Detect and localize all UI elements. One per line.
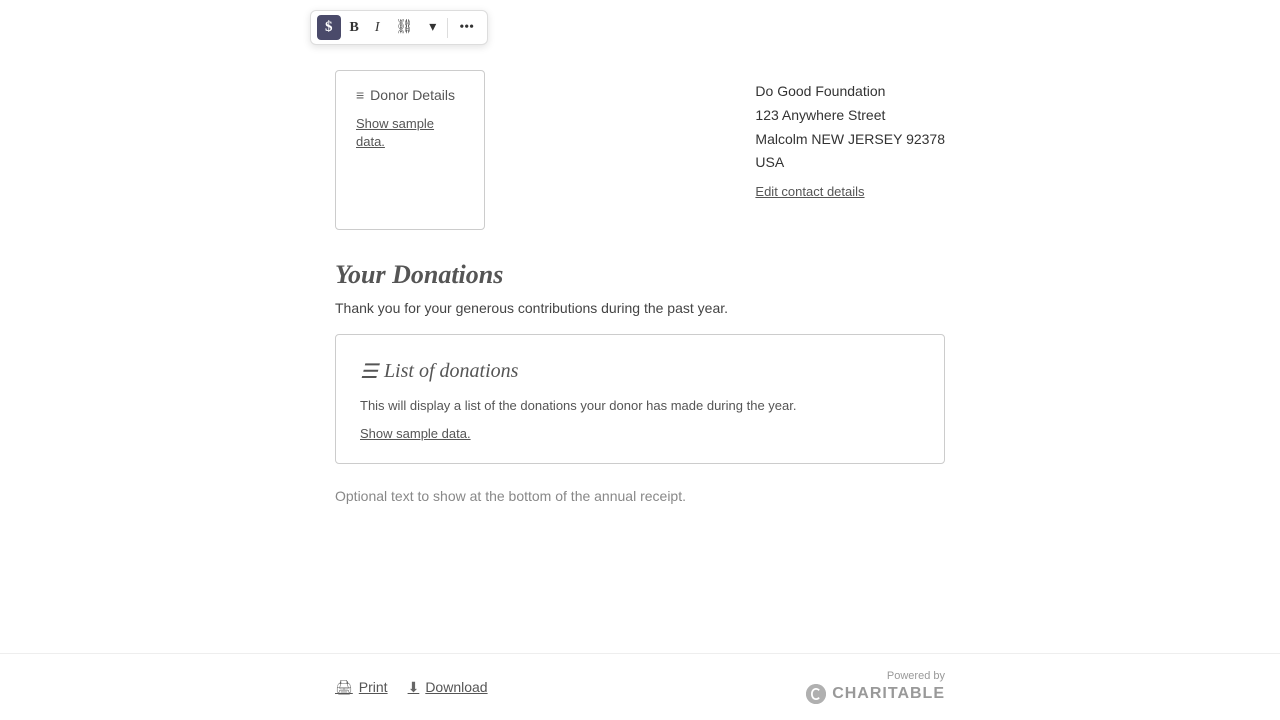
chevron-down-icon: ▾: [429, 19, 436, 36]
charitable-icon: [806, 684, 826, 704]
more-options-button[interactable]: •••: [452, 16, 481, 40]
more-icon: •••: [459, 20, 474, 36]
donor-details-text: Donor Details: [370, 87, 455, 103]
list-icon: ≡: [356, 87, 364, 103]
charitable-svg-icon: [806, 684, 826, 704]
donor-show-sample-link[interactable]: Show sample data.: [356, 116, 434, 149]
section-title: Your Donations: [335, 260, 945, 290]
donations-block-title: ☰ List of donations: [360, 359, 920, 384]
list-of-donations-icon: ☰: [360, 359, 378, 384]
document-body: ≡ Donor Details Show sample data. Do Goo…: [335, 10, 945, 504]
charitable-logo: CHARITABLE: [806, 684, 945, 704]
org-name: Do Good Foundation: [755, 80, 945, 104]
link-icon: ⛓: [396, 19, 414, 36]
download-button[interactable]: ⬇ Download: [408, 679, 488, 696]
bold-icon: B: [350, 20, 359, 36]
page-container: $ B I ⛓ ▾ ••• ≡ Donor Details: [0, 0, 1280, 720]
donor-details-block: ≡ Donor Details Show sample data.: [335, 70, 485, 230]
donations-block: ☰ List of donations This will display a …: [335, 334, 945, 464]
donations-block-description: This will display a list of the donation…: [360, 398, 920, 413]
footer: 🖨 Print ⬇ Download Powered by CHARITABLE: [0, 653, 1280, 720]
dollar-icon: $: [325, 19, 333, 36]
top-section: ≡ Donor Details Show sample data. Do Goo…: [335, 60, 945, 230]
donations-block-title-text: List of donations: [384, 360, 518, 383]
print-icon: 🖨: [335, 679, 353, 696]
powered-by-text: Powered by: [887, 670, 945, 682]
donor-details-label: ≡ Donor Details: [356, 87, 464, 103]
edit-contact-link[interactable]: Edit contact details: [755, 181, 945, 203]
powered-by: Powered by CHARITABLE: [806, 670, 945, 704]
donations-section: Your Donations Thank you for your genero…: [335, 260, 945, 504]
print-button[interactable]: 🖨 Print: [335, 679, 388, 696]
org-street: 123 Anywhere Street: [755, 104, 945, 128]
print-label: Print: [359, 679, 388, 695]
italic-button[interactable]: I: [368, 16, 387, 40]
chevron-button[interactable]: ▾: [422, 15, 443, 40]
section-subtitle: Thank you for your generous contribution…: [335, 300, 945, 316]
donations-show-sample-link[interactable]: Show sample data.: [360, 426, 471, 441]
address-block: Do Good Foundation 123 Anywhere Street M…: [755, 70, 945, 230]
dollar-button[interactable]: $: [317, 15, 341, 40]
toolbar-divider: [447, 18, 448, 38]
charitable-name: CHARITABLE: [832, 685, 945, 703]
editor-toolbar: $ B I ⛓ ▾ •••: [310, 10, 488, 45]
link-button[interactable]: ⛓: [389, 15, 421, 40]
italic-icon: I: [375, 20, 380, 36]
download-label: Download: [425, 679, 487, 695]
org-city-state: Malcolm NEW JERSEY 92378: [755, 128, 945, 152]
optional-text: Optional text to show at the bottom of t…: [335, 488, 945, 504]
footer-left: 🖨 Print ⬇ Download: [335, 679, 488, 696]
content-area: ≡ Donor Details Show sample data. Do Goo…: [0, 0, 1280, 554]
download-icon: ⬇: [408, 679, 420, 696]
org-country: USA: [755, 151, 945, 175]
bold-button[interactable]: B: [343, 16, 366, 40]
